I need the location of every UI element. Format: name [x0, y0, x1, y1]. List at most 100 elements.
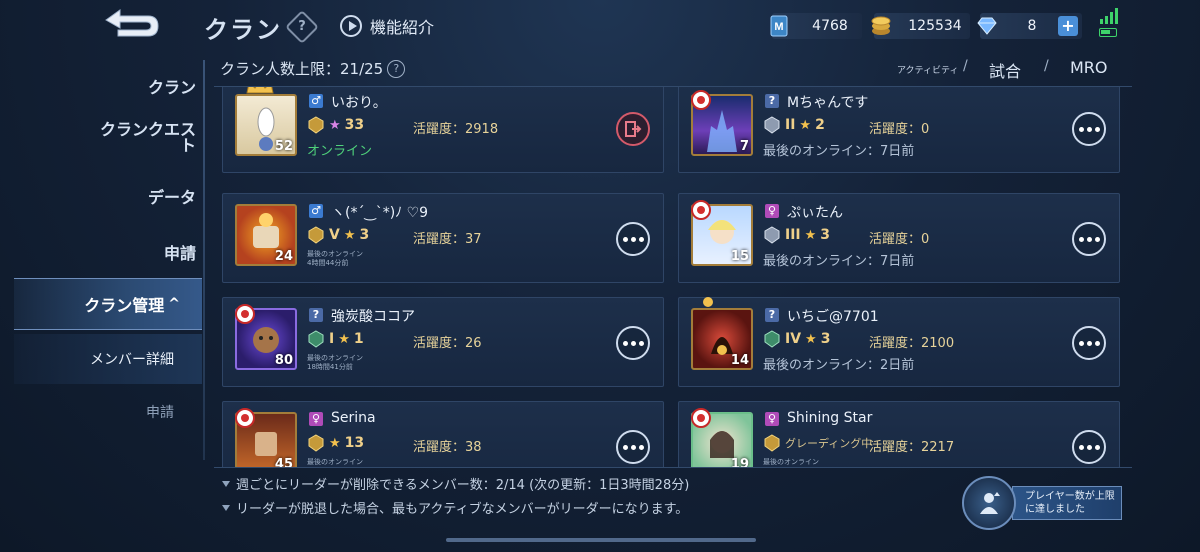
rank-badge-icon	[308, 226, 324, 244]
more-options-button[interactable]	[1072, 222, 1106, 256]
battery-icon	[1099, 28, 1117, 37]
avatar[interactable]: 24	[235, 204, 297, 266]
gender-unknown-icon: ?	[309, 308, 323, 322]
member-name: Serina	[331, 410, 376, 426]
sidebar-subitem-application[interactable]: 申請	[14, 392, 202, 432]
gender-female-icon: ♀	[309, 412, 323, 426]
rank: ★ 33	[307, 116, 364, 134]
rank-badge-icon	[764, 330, 780, 348]
triangle-bullet-icon	[222, 504, 230, 511]
member-card[interactable]: 14 ? いちご@7701 IV ★ 3 活躍度：2100 最後のオンライン：2日前	[678, 297, 1120, 387]
member-card[interactable]: 7 ? Mちゃんです II ★ 2 活躍度：0 最後のオンライン：7日前	[678, 87, 1120, 173]
sidebar-item-clan-management[interactable]: クラン管理 ^	[14, 278, 202, 330]
play-icon	[340, 15, 362, 37]
rank-badge-icon	[308, 330, 324, 348]
tab-match[interactable]: 試合	[989, 58, 1021, 82]
member-card[interactable]: 24 ♂ ヽ(*´‿`*)ﾉ ♡9 V ★ 3 活躍度：37 最後のオンライン 4時間…	[222, 193, 664, 283]
rank-badge-icon	[764, 116, 780, 134]
gender-female-icon: ♀	[765, 204, 779, 218]
tab-activity[interactable]: アクティビティ	[897, 63, 958, 76]
star-icon: ★	[804, 227, 817, 243]
member-name: いおり。	[331, 95, 387, 111]
member-card[interactable]: 80 ? 強炭酸ココア I ★ 1 活躍度：26 最後のオンライン 18時間41分前	[222, 297, 664, 387]
tab-mro[interactable]: MRO	[1070, 58, 1108, 77]
sidebar-item-application[interactable]: 申請	[164, 240, 196, 264]
tab-separator: /	[1044, 58, 1049, 74]
member-card[interactable]: 45 ♀ Serina ★ 13 活躍度：38 最後のオンライン	[222, 401, 664, 467]
more-options-button[interactable]	[616, 430, 650, 464]
capacity-full-notice[interactable]: プレイヤー数が上限に達しました	[1012, 486, 1122, 520]
more-options-button[interactable]	[1072, 326, 1106, 360]
star-icon: ★	[329, 117, 341, 133]
ticket-counter: M 4768	[770, 13, 862, 39]
gold-coin-icon	[870, 15, 892, 37]
diamond-icon	[976, 15, 998, 37]
sidebar-item-clan[interactable]: クラン	[148, 74, 196, 98]
rank: グレーディング中	[763, 434, 872, 452]
member-card[interactable]: 19 ♀ Shining Star グレーディング中 活躍度：2217 最後のオ…	[678, 401, 1120, 467]
gem-counter: 8 +	[977, 13, 1082, 39]
page-title: クラン	[204, 16, 282, 44]
member-name: Mちゃんです	[787, 95, 869, 111]
member-name: ぷぃたん	[787, 205, 843, 221]
player-capacity-icon[interactable]	[962, 476, 1016, 530]
last-online: 最後のオンライン：2日前	[763, 358, 915, 373]
member-name: Shining Star	[787, 410, 873, 426]
activity-score: 活躍度：37	[413, 232, 482, 247]
rank-badge-icon	[308, 116, 324, 134]
wing-emblem-icon	[703, 297, 713, 307]
leader-succession-note: リーダーが脱退した場合、最もアクティブなメンバーがリーダーになります。	[222, 498, 688, 517]
activity-score: 活躍度：2918	[413, 122, 499, 137]
member-card[interactable]: 52 ♂ いおり。 ★ 33 活躍度：2918 オンライン	[222, 87, 664, 173]
member-list[interactable]: 52 ♂ いおり。 ★ 33 活躍度：2918 オンライン 7 ? Mちゃんです …	[214, 86, 1132, 468]
activity-score: 活躍度：0	[869, 232, 930, 247]
activity-score: 活躍度：0	[869, 122, 930, 137]
gender-unknown-icon: ?	[765, 94, 779, 108]
member-name: 強炭酸ココア	[331, 309, 415, 325]
member-card[interactable]: 15 ♀ ぷぃたん III ★ 3 活躍度：0 最後のオンライン：7日前	[678, 193, 1120, 283]
clan-capacity: クラン人数上限：21/25 ?	[220, 58, 406, 79]
avatar[interactable]: 14	[691, 308, 753, 370]
sidebar-subitem-member-details[interactable]: メンバー詳細	[14, 334, 202, 384]
last-online: 最後のオンライン	[763, 458, 819, 466]
star-icon: ★	[329, 435, 341, 451]
more-options-button[interactable]	[1072, 112, 1106, 146]
star-icon: ★	[805, 331, 817, 347]
avatar[interactable]: 52	[235, 94, 297, 156]
activity-score: 活躍度：38	[413, 440, 482, 455]
sidebar-item-data[interactable]: データ	[148, 184, 196, 208]
rank: IV ★ 3	[763, 330, 830, 348]
rank-badge-icon	[764, 434, 780, 452]
star-icon: ★	[343, 227, 356, 243]
chevron-up-icon: ^	[168, 296, 180, 312]
last-online: 最後のオンライン：7日前	[763, 254, 915, 269]
ticket-icon: M	[768, 15, 790, 37]
triangle-bullet-icon	[222, 480, 230, 487]
horizontal-scrollbar[interactable]	[446, 538, 756, 542]
last-online: 最後のオンライン 4時間44分前	[307, 250, 363, 267]
back-button[interactable]	[100, 8, 164, 42]
back-arrow-icon	[105, 9, 159, 37]
activity-score: 活躍度：26	[413, 336, 482, 351]
more-options-button[interactable]	[616, 222, 650, 256]
rank: III ★ 3	[763, 226, 830, 244]
star-icon: ★	[338, 331, 350, 347]
leave-clan-button[interactable]	[616, 112, 650, 146]
crown-icon	[246, 87, 274, 94]
feature-intro-button[interactable]: 機能紹介	[340, 14, 434, 38]
rank: ★ 13	[307, 434, 364, 452]
more-options-button[interactable]	[616, 326, 650, 360]
person-up-icon	[980, 492, 1000, 514]
last-online: 最後のオンライン 18時間41分前	[307, 354, 363, 371]
add-gems-button[interactable]: +	[1058, 16, 1078, 36]
rank: II ★ 2	[763, 116, 825, 134]
rank-badge-icon	[764, 226, 780, 244]
sidebar-item-clan-quest[interactable]: クランクエスト	[96, 122, 196, 154]
capacity-help-icon[interactable]: ?	[387, 59, 406, 78]
more-options-button[interactable]	[1072, 430, 1106, 464]
help-icon[interactable]: ?	[285, 10, 319, 44]
gender-unknown-icon: ?	[765, 308, 779, 322]
korea-flag-icon	[235, 408, 255, 428]
japan-flag-icon	[235, 304, 255, 324]
last-online: 最後のオンライン：7日前	[763, 144, 915, 159]
